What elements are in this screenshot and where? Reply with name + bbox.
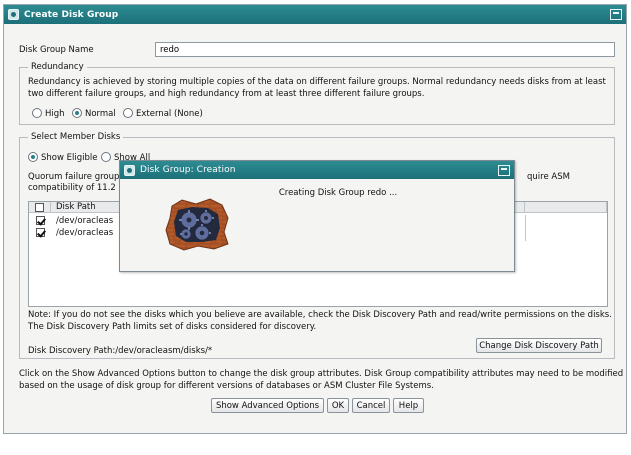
ok-button[interactable]: OK: [327, 398, 349, 413]
disk-group-name-input[interactable]: [155, 42, 615, 57]
advanced-text-line2: based on the usage of disk group for dif…: [19, 381, 434, 391]
creation-progress-dialog: Disk Group: Creation Creating Disk Group…: [119, 160, 515, 272]
discovery-path-line: Disk Discovery Path:/dev/oracleasm/disks…: [28, 346, 212, 356]
show-advanced-options-button[interactable]: Show Advanced Options: [211, 398, 324, 413]
note-line2: The Disk Discovery Path limits set of di…: [28, 322, 317, 332]
radio-show-eligible[interactable]: [28, 152, 38, 162]
radio-high[interactable]: [32, 108, 42, 118]
maximize-icon[interactable]: [610, 9, 622, 20]
dialog-maximize-icon[interactable]: [498, 164, 510, 176]
redundancy-group: Redundancy Redundancy is achieved by sto…: [19, 62, 615, 125]
table-column-divider: [525, 215, 535, 241]
redundancy-description-line1: Redundancy is achieved by storing multip…: [28, 77, 606, 87]
window-title: Create Disk Group: [24, 9, 119, 20]
redundancy-option-normal[interactable]: Normal: [72, 108, 116, 119]
row-disk-path: /dev/oracleas: [56, 227, 114, 238]
discovery-path-value: /dev/oracleasm/disks/*: [115, 346, 213, 356]
dialog-titlebar[interactable]: Disk Group: Creation: [120, 161, 514, 179]
discovery-path-label: Disk Discovery Path:: [28, 346, 116, 356]
radio-high-label: High: [45, 109, 65, 119]
redundancy-option-external[interactable]: External (None): [123, 108, 203, 119]
disk-group-name-label: Disk Group Name: [19, 45, 94, 55]
cancel-button[interactable]: Cancel: [352, 398, 390, 413]
row-checkbox[interactable]: [35, 228, 45, 237]
note-line1: Note: If you do not see the disks which …: [28, 310, 612, 320]
header-select-cell[interactable]: [29, 202, 51, 213]
radio-external-label: External (None): [136, 109, 203, 119]
row-select-cell[interactable]: [29, 216, 51, 225]
radio-normal-label: Normal: [85, 109, 116, 119]
radio-show-all[interactable]: [101, 152, 111, 162]
row-select-cell[interactable]: [29, 228, 51, 237]
compatibility-text: compatibility of 11.2 c: [28, 183, 124, 193]
quorum-text: Quorum failure group: [28, 172, 120, 182]
redundancy-description-line2: two different failure groups, and high r…: [28, 89, 425, 99]
quorum-text-right: quire ASM: [527, 172, 570, 182]
table-row[interactable]: /dev/oracleas: [29, 215, 113, 226]
table-row[interactable]: /dev/oracleas: [29, 227, 113, 238]
header-extra: [525, 202, 607, 213]
dialog-window-icon: [124, 164, 135, 176]
window-icon: [8, 9, 19, 20]
window-titlebar[interactable]: Create Disk Group: [4, 5, 626, 24]
change-discovery-path-button[interactable]: Change Disk Discovery Path: [476, 338, 602, 353]
advanced-text-line1: Click on the Show Advanced Options butto…: [19, 369, 624, 379]
radio-external[interactable]: [123, 108, 133, 118]
select-all-checkbox[interactable]: [35, 202, 44, 212]
radio-normal[interactable]: [72, 108, 82, 118]
help-button[interactable]: Help: [393, 398, 424, 413]
show-eligible-label: Show Eligible: [41, 153, 98, 163]
gears-animation-icon: [165, 198, 229, 251]
dialog-title: Disk Group: Creation: [140, 165, 236, 175]
member-disks-legend: Select Member Disks: [28, 132, 124, 142]
redundancy-option-high[interactable]: High: [32, 108, 65, 119]
row-checkbox[interactable]: [35, 216, 45, 225]
row-disk-path: /dev/oracleas: [56, 215, 114, 226]
filter-show-eligible[interactable]: Show Eligible: [28, 152, 97, 163]
redundancy-legend: Redundancy: [28, 62, 87, 72]
